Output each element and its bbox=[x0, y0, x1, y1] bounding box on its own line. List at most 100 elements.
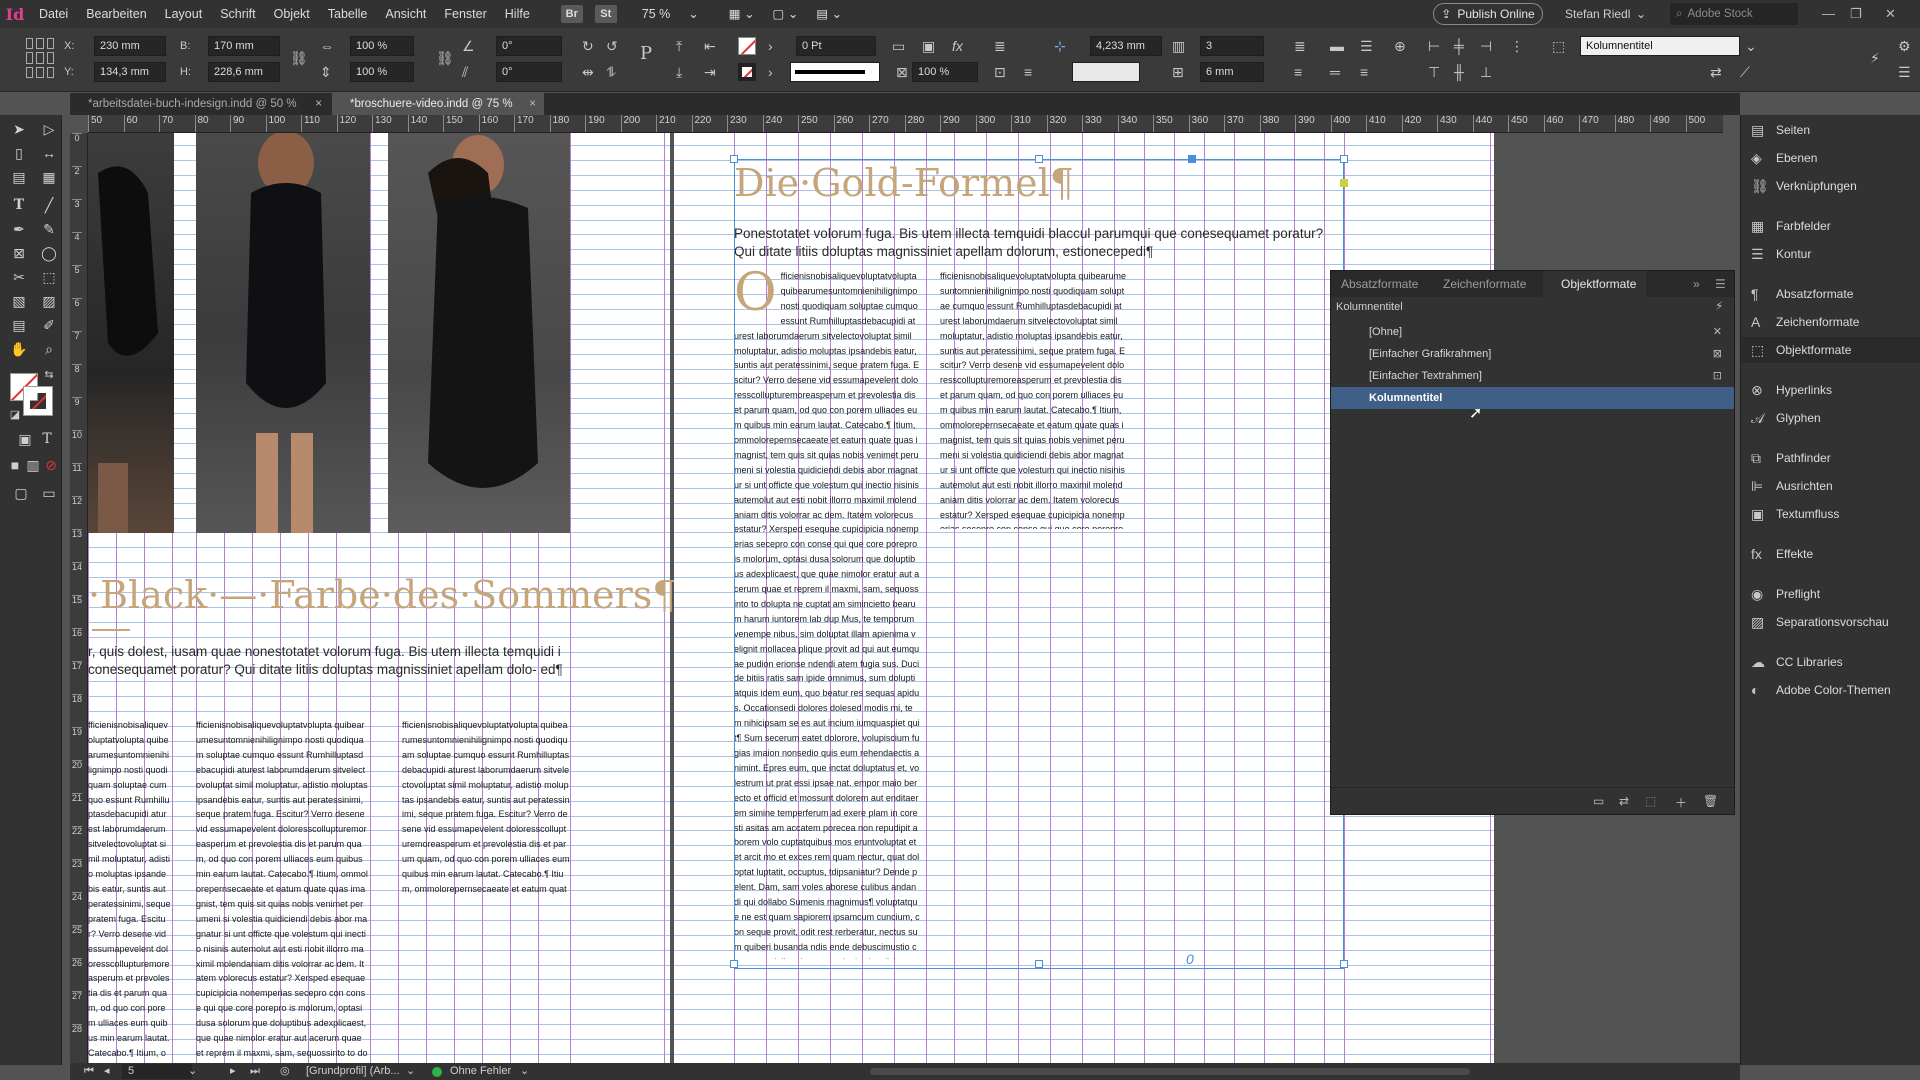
maximize-icon[interactable]: ❐ bbox=[1850, 0, 1862, 28]
style-options-icon[interactable]: ⟋ bbox=[1740, 62, 1750, 82]
tab-broschuere[interactable]: *broschuere-video.indd @ 75 % × bbox=[332, 93, 544, 115]
menu-fenster[interactable]: Fenster bbox=[435, 0, 495, 28]
effects-fx-icon[interactable]: fx bbox=[952, 36, 963, 56]
gradient-swatch-tool-icon[interactable]: ▧ bbox=[8, 291, 30, 311]
style-row-kolumnentitel[interactable]: Kolumnentitel bbox=[1331, 387, 1734, 409]
screen-mode-tool-icon[interactable]: ▭ bbox=[38, 483, 60, 503]
photo-model-right[interactable] bbox=[388, 133, 570, 533]
menu-objekt[interactable]: Objekt bbox=[265, 0, 319, 28]
style-row-grafikrahmen[interactable]: [Einfacher Grafikrahmen] ⊠ bbox=[1331, 343, 1734, 365]
dock-farbfelder[interactable]: ▦ Farbfelder bbox=[1741, 213, 1920, 239]
frame-handle[interactable] bbox=[730, 155, 738, 163]
page-dropdown-icon[interactable]: ⌄ bbox=[188, 1063, 197, 1080]
horizontal-scrollbar[interactable] bbox=[870, 1068, 1470, 1075]
zoom-dropdown-icon[interactable]: ⌄ bbox=[679, 0, 707, 28]
flip-horizontal-icon[interactable]: ⇹ bbox=[582, 62, 594, 82]
flip-vertical-icon[interactable]: ⥮ bbox=[606, 62, 616, 82]
left-body-column-2[interactable]: fficienisnobisaliquevoluptatvolupta quib… bbox=[196, 718, 368, 1063]
preflight-status[interactable]: Ohne Fehler bbox=[450, 1063, 511, 1080]
out-port-icon[interactable] bbox=[1340, 179, 1348, 187]
object-style-dropdown[interactable]: Kolumnentitel bbox=[1580, 36, 1740, 56]
first-page-icon[interactable]: ⏮ bbox=[84, 1063, 94, 1080]
clear-overrides-icon[interactable]: ⇄ bbox=[1619, 794, 1629, 808]
y-position-field[interactable]: 134,3 mm bbox=[94, 62, 166, 82]
previous-page-icon[interactable]: ◂ bbox=[104, 1063, 110, 1080]
selected-frame[interactable] bbox=[734, 159, 1344, 969]
stock-search-input[interactable]: ⌕ Adobe Stock bbox=[1670, 3, 1798, 25]
tab-arbeitsdatei[interactable]: *arbeitsdatei-buch-indesign.indd @ 50 % … bbox=[70, 93, 330, 115]
line-tool-icon[interactable]: ╱ bbox=[38, 195, 60, 215]
quick-apply-icon[interactable]: ⚡ bbox=[1715, 299, 1723, 313]
note-tool-icon[interactable]: ▤ bbox=[8, 315, 30, 335]
menu-bearbeiten[interactable]: Bearbeiten bbox=[77, 0, 155, 28]
stroke-color-swatch[interactable] bbox=[23, 386, 53, 416]
align-bottom-edges-icon[interactable]: ⊥ bbox=[1480, 62, 1492, 82]
profile-dropdown-icon[interactable]: ⌄ bbox=[406, 1063, 415, 1080]
control-panel-menu-icon[interactable]: ☰ bbox=[1898, 62, 1911, 82]
last-page-icon[interactable]: ⏭ bbox=[250, 1063, 260, 1080]
clear-overrides-icon[interactable]: ⇄ bbox=[1710, 62, 1722, 82]
text-wrap-icon[interactable]: ⊡ bbox=[994, 62, 1006, 82]
dock-preflight[interactable]: ◉ Preflight bbox=[1741, 581, 1920, 607]
arrange-documents-icon[interactable]: ▤ ⌄ bbox=[807, 0, 851, 28]
screen-mode-icon[interactable]: ▢ ⌄ bbox=[764, 0, 808, 28]
style-row-ohne[interactable]: [Ohne] ✕ bbox=[1331, 321, 1734, 343]
rotation-angle-field[interactable]: 0° bbox=[496, 36, 562, 56]
dock-hyperlinks[interactable]: ⊗ Hyperlinks bbox=[1741, 377, 1920, 403]
apply-none-icon[interactable]: ⊘ bbox=[40, 455, 62, 475]
pencil-tool-icon[interactable]: ✎ bbox=[38, 219, 60, 239]
hand-tool-icon[interactable]: ✋ bbox=[8, 339, 30, 359]
stroke-weight-field[interactable]: 0 Pt bbox=[796, 36, 876, 56]
frame-handle[interactable] bbox=[1035, 155, 1043, 163]
default-fill-stroke-icon[interactable]: ◪ bbox=[4, 405, 26, 425]
view-options-icon[interactable]: ▦ ⌄ bbox=[720, 0, 764, 28]
select-next-icon[interactable]: ⇥ bbox=[704, 62, 716, 82]
swap-fill-stroke-icon[interactable]: ⇆ bbox=[38, 365, 60, 385]
photo-model-center[interactable] bbox=[196, 133, 370, 533]
menu-datei[interactable]: Datei bbox=[30, 0, 77, 28]
new-style-icon[interactable]: ＋ bbox=[1675, 794, 1687, 811]
distribute-icon[interactable]: ⋮ bbox=[1510, 36, 1524, 56]
horizontal-ruler[interactable]: 50 60 70 80 90 100 110 120 130 140 150 160 170 180 190… bbox=[88, 115, 1723, 133]
stroke-type-dropdown[interactable] bbox=[790, 62, 880, 82]
menu-ansicht[interactable]: Ansicht bbox=[376, 0, 435, 28]
rectangle-frame-tool-icon[interactable]: ⊠ bbox=[8, 243, 30, 263]
panel-menu-icon[interactable]: ☰ bbox=[1715, 271, 1726, 297]
close-tab-icon[interactable]: × bbox=[529, 93, 536, 115]
next-page-icon[interactable]: ▸ bbox=[230, 1063, 236, 1080]
minimize-icon[interactable]: — bbox=[1822, 0, 1835, 28]
height-field[interactable]: 228,6 mm bbox=[208, 62, 280, 82]
formatting-container-icon[interactable]: ▣ bbox=[14, 429, 36, 449]
page-number-field[interactable]: 5 bbox=[122, 1064, 192, 1079]
dock-objektformate[interactable]: ⬚ Objektformate bbox=[1741, 337, 1920, 363]
dock-zeichenformate[interactable]: A Zeichenformate bbox=[1741, 309, 1920, 335]
dock-seiten[interactable]: ▤ Seiten bbox=[1741, 117, 1920, 143]
preflight-dropdown-icon[interactable]: ⌄ bbox=[520, 1063, 529, 1080]
gap-tool-icon[interactable]: ↔ bbox=[38, 143, 60, 163]
dock-glyphen[interactable]: 𝒜 Glyphen bbox=[1741, 405, 1920, 431]
align-left-edges-icon[interactable]: ⊢ bbox=[1428, 36, 1440, 56]
user-chevron-icon[interactable]: ⌄ bbox=[1636, 0, 1646, 28]
tab-objektformate[interactable]: Objektformate bbox=[1543, 271, 1647, 297]
in-port-icon[interactable] bbox=[1188, 155, 1196, 163]
normal-view-icon[interactable]: ▢ bbox=[10, 483, 32, 503]
stock-button[interactable]: St bbox=[594, 5, 617, 23]
align-top-edges-icon[interactable]: ⊤ bbox=[1428, 62, 1440, 82]
x-position-field[interactable]: 230 mm bbox=[94, 36, 166, 56]
frame-handle[interactable] bbox=[1340, 960, 1348, 968]
content-placer-icon[interactable]: ▦ bbox=[38, 167, 60, 187]
align-text-bottom-icon[interactable]: ☰ bbox=[1360, 36, 1373, 56]
gradient-feather-tool-icon[interactable]: ▨ bbox=[38, 291, 60, 311]
type-tool-icon[interactable]: T bbox=[8, 195, 30, 215]
delete-style-icon[interactable]: 🗑 bbox=[1703, 794, 1718, 808]
align-text-center-icon[interactable]: ▬ bbox=[1330, 36, 1344, 56]
user-account[interactable]: Stefan Riedl bbox=[1565, 0, 1630, 28]
panel-collapse-icon[interactable]: » bbox=[1693, 271, 1700, 297]
left-lead-paragraph[interactable]: r, quis dolest, iusam quae nonestotatet … bbox=[88, 643, 568, 679]
dock-adobe-color[interactable]: ◐ Adobe Color-Themen bbox=[1741, 677, 1920, 703]
wrap-options-icon[interactable]: ≡ bbox=[1024, 62, 1032, 82]
publish-online-button[interactable]: ⇪ Publish Online bbox=[1433, 3, 1543, 25]
gutter-field[interactable]: 6 mm bbox=[1200, 62, 1264, 82]
left-body-column-3[interactable]: fficienisnobisaliquevoluptatvolupta quib… bbox=[402, 718, 570, 898]
tab-zeichenformate[interactable]: Zeichenformate bbox=[1443, 271, 1526, 297]
